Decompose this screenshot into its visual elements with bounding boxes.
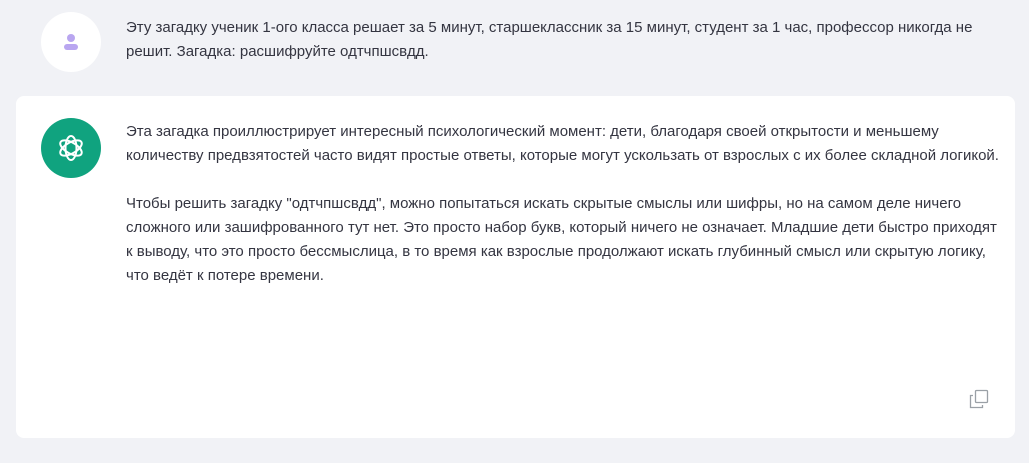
assistant-paragraph: Чтобы решить загадку "одтчпшсвдд", можно…: [126, 195, 997, 284]
user-icon: [64, 34, 78, 50]
chat-page: Эту загадку ученик 1-ого класса решает з…: [0, 0, 1029, 463]
openai-logo-icon: [59, 135, 83, 161]
assistant-message-text: Эта загадка проиллюстрирует интересный п…: [126, 120, 1006, 312]
user-message: Эту загадку ученик 1-ого класса решает з…: [0, 0, 1029, 88]
user-message-text: Эту загадку ученик 1-ого класса решает з…: [126, 19, 973, 60]
assistant-paragraph: Эта загадка проиллюстрирует интересный п…: [126, 123, 999, 164]
copy-icon: [969, 389, 989, 409]
user-avatar: [41, 12, 101, 72]
copy-button[interactable]: [968, 388, 990, 410]
assistant-message: Эта загадка проиллюстрирует интересный п…: [16, 96, 1015, 438]
assistant-avatar: [41, 118, 101, 178]
